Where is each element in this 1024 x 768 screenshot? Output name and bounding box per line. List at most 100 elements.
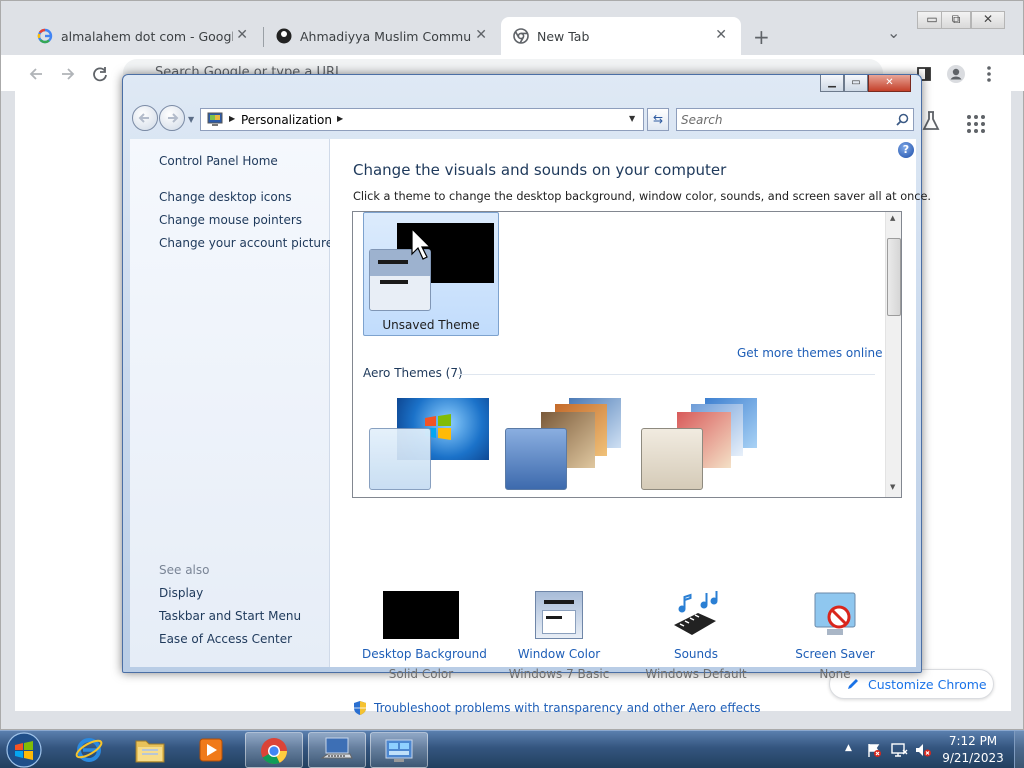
sounds-value: Windows Default — [645, 667, 747, 681]
forward-button[interactable] — [159, 105, 185, 131]
main-pane: ? Change the visuals and sounds on your … — [330, 139, 931, 715]
troubleshoot-link[interactable]: Troubleshoot problems with transparency … — [374, 701, 761, 715]
display-link[interactable]: Display — [159, 586, 203, 600]
chrome-icon — [261, 738, 287, 764]
address-bar[interactable]: ▶ Personalization ▶ ▼ — [200, 108, 644, 131]
taskbar-control-panel[interactable] — [370, 732, 428, 768]
taskbar-remote-desktop[interactable] — [308, 732, 366, 768]
arrow-right-icon — [62, 68, 75, 80]
kebab-menu-icon — [987, 66, 991, 82]
scroll-up-icon[interactable]: ▲ — [890, 214, 895, 222]
clock-date: 9/21/2023 — [942, 751, 1004, 765]
tab-title: New Tab — [537, 29, 590, 44]
chrome-restore-button[interactable]: ⧉ — [941, 11, 971, 29]
taskbar-internet-explorer[interactable] — [60, 732, 118, 768]
search-placeholder: Search — [681, 113, 723, 127]
taskbar: ▲ 7:12 PM 9/21/2023 — [0, 730, 1024, 768]
tab-close-icon[interactable]: ✕ — [715, 27, 727, 43]
action-center-flag-icon[interactable] — [866, 742, 882, 758]
screen-saver-button[interactable]: Screen Saver None — [776, 591, 894, 681]
breadcrumb-personalization[interactable]: Personalization — [241, 113, 332, 127]
get-more-themes-link[interactable]: Get more themes online — [737, 346, 883, 360]
tab-google-search[interactable]: almalahem dot com - Google Se ✕ — [17, 17, 262, 55]
shield-icon — [354, 701, 366, 715]
avatar-icon — [947, 65, 965, 83]
show-hidden-icons-button[interactable]: ▲ — [845, 743, 852, 753]
theme-unsaved[interactable]: Unsaved Theme — [363, 212, 499, 336]
window-color-value: Windows 7 Basic — [508, 667, 610, 681]
taskbar-media-player[interactable] — [182, 732, 240, 768]
google-apps-button[interactable] — [965, 113, 987, 135]
tab-title: Ahmadiyya Muslim Community - — [300, 29, 472, 44]
taskbar-file-explorer[interactable] — [121, 732, 179, 768]
clock-time: 7:12 PM — [948, 734, 998, 748]
tab-close-icon[interactable]: ✕ — [475, 27, 487, 43]
flask-icon — [922, 111, 940, 130]
task-pane: Control Panel Home Change desktop icons … — [130, 139, 333, 667]
address-dropdown-icon[interactable]: ▼ — [629, 114, 635, 123]
screen-saver-value: None — [819, 667, 851, 681]
theme-unsaved-label: Unsaved Theme — [382, 318, 480, 332]
control-panel-icon — [207, 112, 223, 126]
chrome-menu-button[interactable] — [978, 63, 1000, 85]
change-desktop-icons-link[interactable]: Change desktop icons — [159, 190, 292, 204]
tab-search-button[interactable]: ⌄ — [887, 23, 900, 42]
tab-new-tab[interactable]: New Tab ✕ — [501, 17, 741, 55]
breadcrumb-arrow-icon[interactable]: ▶ — [229, 114, 235, 123]
back-button[interactable] — [25, 63, 47, 85]
keyboard-monitor-icon — [320, 737, 353, 759]
profile-button[interactable] — [945, 63, 967, 85]
tab-close-icon[interactable]: ✕ — [236, 27, 248, 43]
windows-start-icon — [6, 732, 42, 768]
window-minimize-button[interactable]: ▁ — [820, 75, 844, 92]
theme-characters[interactable] — [639, 398, 763, 490]
show-desktop-button[interactable] — [1014, 731, 1024, 768]
control-panel-icon — [385, 739, 413, 762]
window-color-button[interactable]: Window Color Windows 7 Basic — [500, 591, 618, 681]
theme-architecture[interactable] — [503, 398, 627, 490]
volume-muted-icon[interactable] — [914, 742, 932, 758]
desktop-background-button[interactable]: Desktop Background Solid Color — [362, 591, 487, 681]
scroll-thumb[interactable] — [887, 238, 901, 316]
arrow-right-icon — [168, 113, 179, 123]
chrome-icon — [513, 28, 529, 44]
change-account-picture-link[interactable]: Change your account picture — [159, 236, 333, 250]
desktop-background-label: Desktop Background — [362, 647, 487, 661]
window-close-button[interactable]: ✕ — [868, 75, 911, 92]
control-panel-home-link[interactable]: Control Panel Home — [159, 154, 278, 168]
see-also-heading: See also — [159, 563, 210, 577]
sounds-icon — [674, 591, 718, 635]
change-mouse-pointers-link[interactable]: Change mouse pointers — [159, 213, 302, 227]
site-favicon-icon — [276, 28, 292, 44]
network-icon[interactable] — [890, 742, 908, 758]
new-tab-button[interactable]: + — [753, 25, 770, 49]
reload-icon — [93, 67, 107, 82]
system-clock[interactable]: 7:12 PM 9/21/2023 — [938, 733, 1008, 767]
theme-windows-7[interactable] — [367, 398, 491, 490]
back-button[interactable] — [132, 105, 158, 131]
screen-saver-label: Screen Saver — [795, 647, 875, 661]
taskbar-start-menu-link[interactable]: Taskbar and Start Menu — [159, 609, 301, 623]
reload-button[interactable] — [89, 63, 111, 85]
refresh-button[interactable]: ⇆ — [647, 108, 669, 131]
window-maximize-button[interactable]: ▭ — [844, 75, 868, 92]
search-input[interactable]: Search — [676, 108, 914, 131]
internet-explorer-icon — [75, 738, 103, 762]
tab-ahmadiyya[interactable]: Ahmadiyya Muslim Community - ✕ — [256, 17, 501, 55]
labs-button[interactable] — [921, 109, 941, 133]
refresh-icon: ⇆ — [652, 112, 664, 126]
tab-title: almalahem dot com - Google Se — [61, 29, 233, 44]
ease-of-access-link[interactable]: Ease of Access Center — [159, 632, 292, 646]
taskbar-chrome[interactable] — [245, 732, 303, 768]
chrome-close-button[interactable]: ✕ — [971, 11, 1005, 29]
window-color-icon — [535, 591, 583, 639]
breadcrumb-arrow-icon[interactable]: ▶ — [337, 114, 343, 123]
forward-button[interactable] — [57, 63, 79, 85]
scroll-down-icon[interactable]: ▼ — [890, 483, 895, 491]
recent-pages-icon[interactable]: ▼ — [188, 115, 194, 124]
help-button[interactable]: ? — [898, 142, 914, 158]
gallery-scrollbar[interactable]: ▲ ▼ — [885, 212, 901, 497]
start-button[interactable] — [4, 731, 44, 768]
sounds-label: Sounds — [673, 647, 719, 661]
sounds-button[interactable]: Sounds Windows Default — [637, 591, 755, 681]
